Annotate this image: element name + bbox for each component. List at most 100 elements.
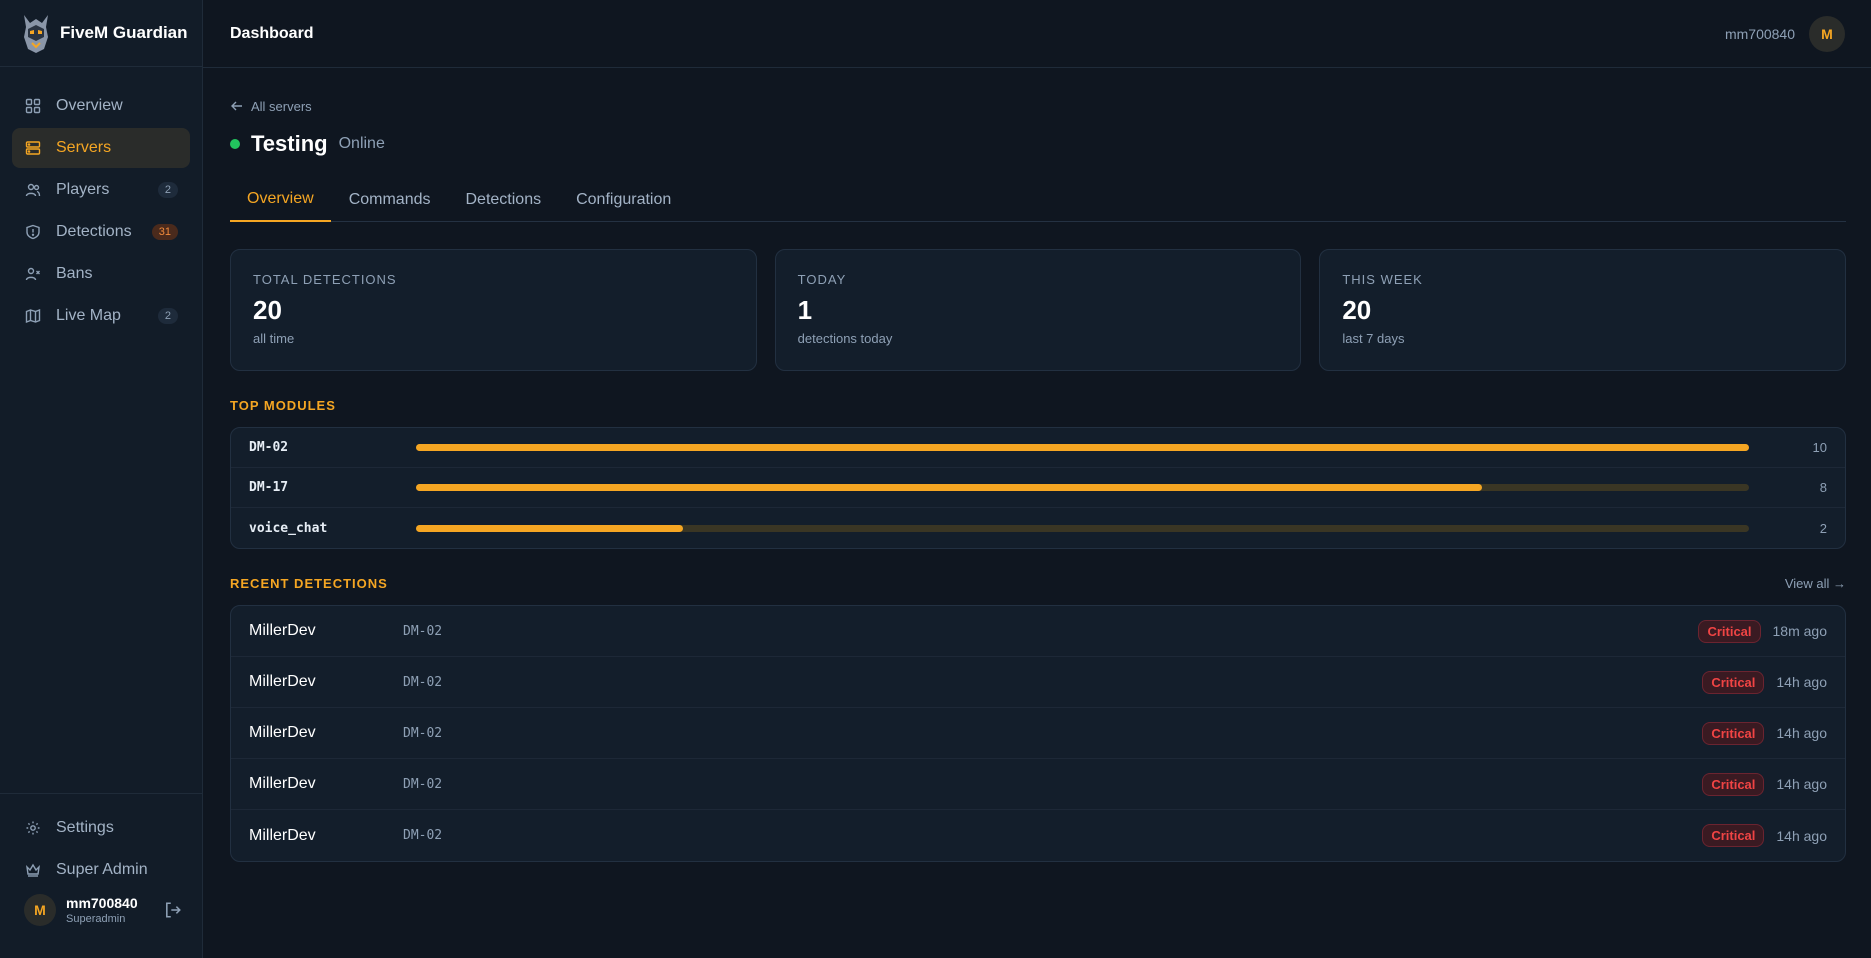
- user-role: Superadmin: [66, 913, 126, 925]
- recent-detections-list: MillerDev DM-02 Critical 18m ago MillerD…: [230, 605, 1846, 862]
- online-status-dot: [230, 139, 240, 149]
- stat-subtext: all time: [253, 331, 295, 346]
- detection-time: 14h ago: [1776, 725, 1827, 741]
- module-bar-track: [416, 484, 1749, 491]
- detection-module: DM-02: [403, 623, 443, 639]
- server-status: Online: [338, 135, 385, 152]
- sidebar-item-servers[interactable]: Servers: [12, 128, 190, 168]
- back-link-label: All servers: [251, 98, 312, 114]
- grid-icon: [24, 97, 42, 115]
- sidebar-item-label: Settings: [56, 819, 114, 836]
- detection-row[interactable]: MillerDev DM-02 Critical 14h ago: [231, 759, 1845, 810]
- server-icon: [24, 139, 42, 157]
- section-title: RECENT DETECTIONS: [230, 576, 388, 591]
- severity-badge: Critical: [1702, 670, 1765, 694]
- detection-player: MillerDev: [249, 673, 316, 690]
- module-bar-fill: [416, 444, 1749, 451]
- detection-row[interactable]: MillerDev DM-02 Critical 14h ago: [231, 657, 1845, 708]
- detection-module: DM-02: [403, 725, 443, 741]
- detection-module: DM-02: [403, 674, 443, 690]
- detection-player: MillerDev: [249, 622, 316, 639]
- module-count: 10: [1812, 440, 1827, 455]
- users-icon: [24, 181, 42, 199]
- severity-badge: Critical: [1698, 619, 1761, 643]
- stat-label: TODAY: [797, 272, 847, 287]
- detection-module: DM-02: [403, 776, 443, 792]
- sidebar-item-label: Super Admin: [56, 861, 148, 878]
- back-to-servers-link[interactable]: All servers: [230, 97, 1846, 115]
- sidebar-item-label: Servers: [56, 139, 112, 156]
- user-name: mm700840: [66, 895, 138, 911]
- crown-icon: [24, 861, 42, 879]
- server-name: Testing: [251, 131, 328, 156]
- helmet-logo-icon: [24, 15, 48, 53]
- module-count: 8: [1819, 480, 1827, 495]
- tab-detections[interactable]: Detections: [449, 178, 559, 222]
- stats-cards: TOTAL DETECTIONS 20 all time TODAY 1 det…: [230, 249, 1847, 371]
- sidebar-item-overview[interactable]: Overview: [12, 86, 190, 126]
- recent-detections-header: RECENT DETECTIONS View all →: [230, 576, 1846, 591]
- severity-badge: Critical: [1702, 721, 1765, 745]
- top-modules-header: TOP MODULES: [230, 398, 1846, 413]
- module-name: DM-17: [249, 480, 289, 495]
- module-bar-track: [416, 444, 1749, 451]
- map-icon: [24, 307, 42, 325]
- stat-card-today: TODAY 1 detections today: [774, 249, 1302, 371]
- module-count: 2: [1819, 520, 1827, 536]
- module-bar-fill: [416, 484, 1483, 491]
- sidebar-footer: Settings Super Admin M mm700840 Superadm…: [0, 793, 202, 926]
- user-x-icon: [24, 265, 42, 283]
- sidebar-item-label: Overview: [56, 97, 123, 114]
- user-info: mm700840 Superadmin: [66, 895, 164, 925]
- module-name: voice_chat: [249, 520, 328, 536]
- module-row: DM-17 8: [231, 468, 1845, 508]
- sidebar: FiveM Guardian Overview Servers Players …: [0, 0, 203, 958]
- view-all-link[interactable]: View all →: [1785, 576, 1846, 591]
- module-row: DM-02 10: [231, 428, 1845, 468]
- sidebar-item-live-map[interactable]: Live Map 2: [12, 296, 190, 336]
- stat-label: TOTAL DETECTIONS: [253, 272, 397, 287]
- detection-row[interactable]: MillerDev DM-02 Critical 14h ago: [231, 708, 1845, 759]
- sidebar-item-players[interactable]: Players 2: [12, 170, 190, 210]
- tab-commands[interactable]: Commands: [332, 178, 448, 222]
- detection-row[interactable]: MillerDev DM-02 Critical 18m ago: [231, 606, 1845, 657]
- tab-overview[interactable]: Overview: [230, 178, 331, 222]
- sidebar-item-label: Bans: [56, 265, 93, 282]
- detections-count-badge: 31: [151, 224, 178, 240]
- current-user: M mm700840 Superadmin: [12, 894, 190, 926]
- detection-player: MillerDev: [249, 826, 316, 844]
- main-content: All servers Testing Online Overview Comm…: [230, 68, 1847, 862]
- sidebar-item-detections[interactable]: Detections 31: [12, 212, 190, 252]
- module-name: DM-02: [249, 440, 289, 455]
- header-avatar[interactable]: M: [1809, 15, 1845, 52]
- stat-subtext: last 7 days: [1342, 331, 1405, 346]
- detection-time: 14h ago: [1776, 674, 1827, 690]
- detection-row[interactable]: MillerDev DM-02 Critical 14h ago: [231, 810, 1845, 861]
- sidebar-item-label: Live Map: [56, 307, 121, 324]
- sidebar-item-settings[interactable]: Settings: [12, 808, 190, 848]
- logout-icon[interactable]: [164, 901, 182, 919]
- stat-subtext: detections today: [797, 331, 893, 346]
- stat-value: 20: [253, 295, 282, 325]
- detection-time: 18m ago: [1772, 623, 1827, 639]
- sidebar-nav: Overview Servers Players 2 Detections 31: [12, 86, 190, 338]
- module-bar-fill: [416, 524, 683, 532]
- stat-card-week: THIS WEEK 20 last 7 days: [1319, 249, 1847, 371]
- severity-badge: Critical: [1702, 772, 1765, 796]
- module-row: voice_chat 2: [231, 508, 1845, 548]
- stat-value: 1: [797, 295, 813, 325]
- stat-value: 20: [1342, 295, 1372, 325]
- avatar[interactable]: M: [24, 894, 56, 926]
- sidebar-item-bans[interactable]: Bans: [12, 254, 190, 294]
- page-title: Dashboard: [230, 24, 314, 42]
- sidebar-item-super-admin[interactable]: Super Admin: [12, 850, 190, 890]
- shield-icon: [24, 223, 42, 241]
- brand[interactable]: FiveM Guardian: [0, 0, 202, 67]
- stat-card-total: TOTAL DETECTIONS 20 all time: [230, 249, 757, 371]
- top-modules-list: DM-02 10 DM-17 8 voice_chat 2: [230, 427, 1846, 549]
- stat-label: THIS WEEK: [1342, 272, 1423, 287]
- section-title: TOP MODULES: [230, 398, 336, 413]
- gear-icon: [24, 819, 42, 837]
- tab-configuration[interactable]: Configuration: [559, 178, 688, 222]
- players-count-badge: 2: [157, 182, 178, 198]
